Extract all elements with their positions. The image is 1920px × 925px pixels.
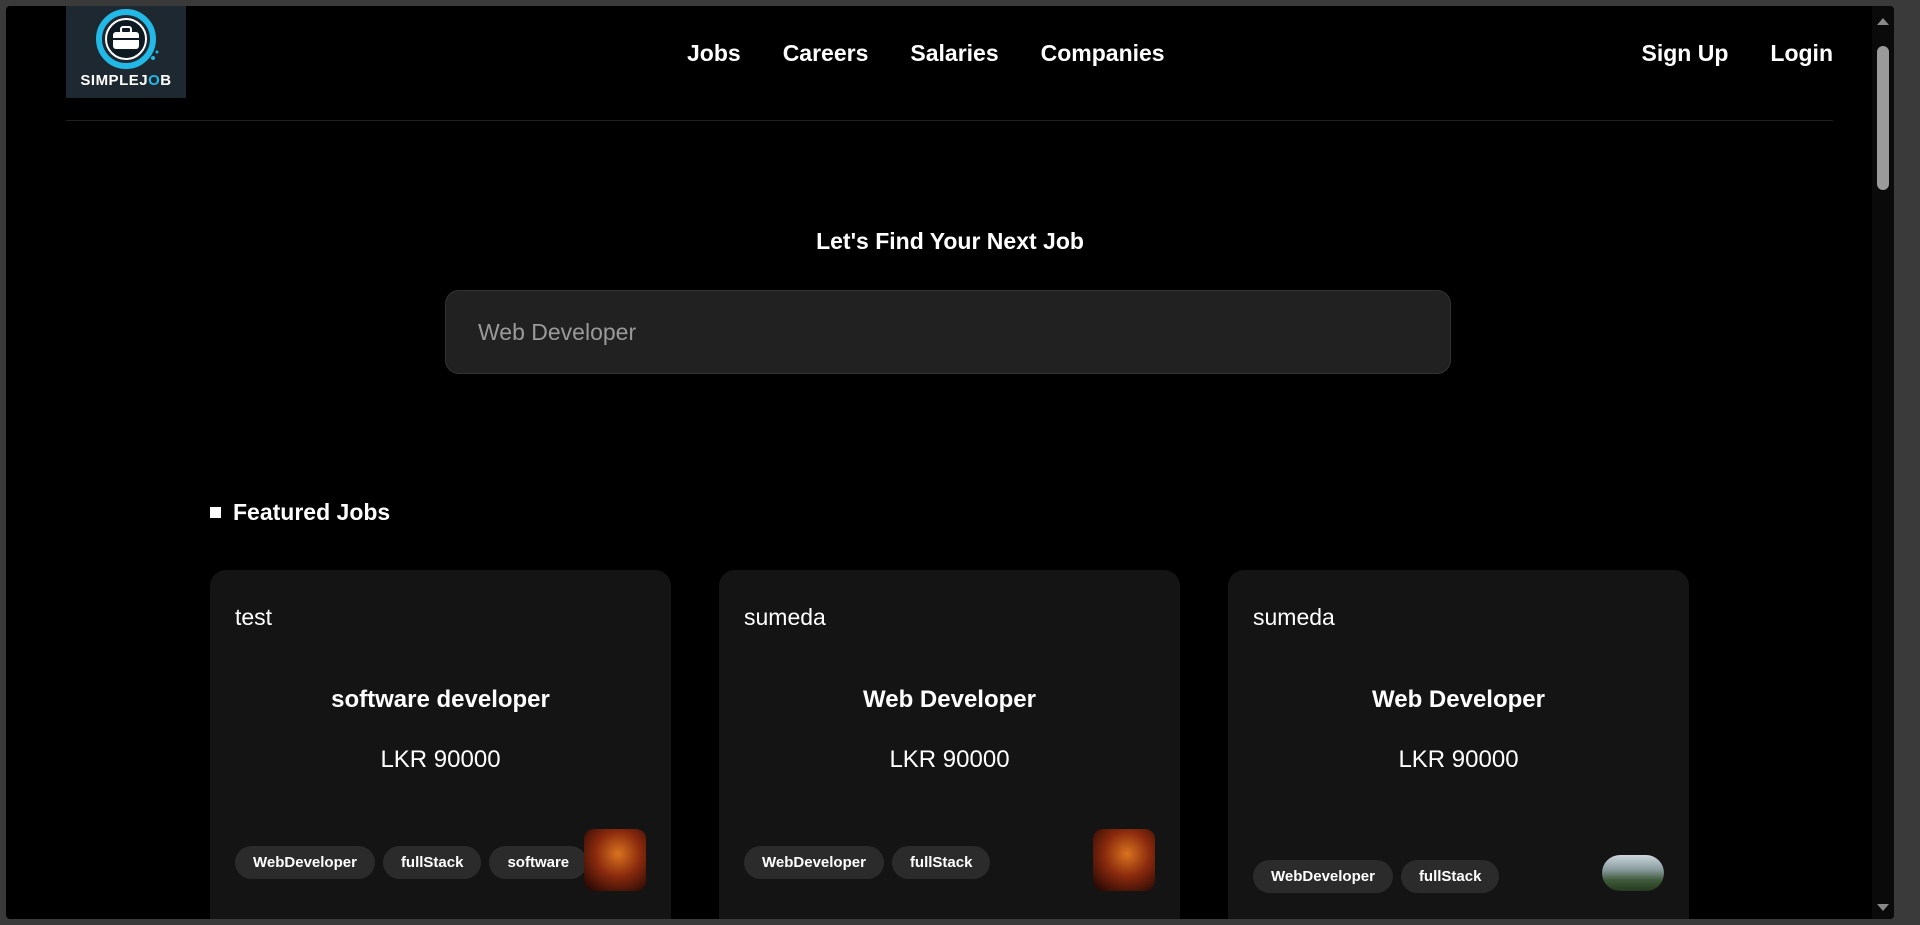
job-tag[interactable]: fullStack bbox=[891, 846, 991, 879]
job-salary: LKR 90000 bbox=[1398, 746, 1519, 773]
scroll-down-arrow-icon[interactable] bbox=[1877, 904, 1889, 911]
company-image bbox=[1093, 829, 1155, 891]
job-tag[interactable]: software bbox=[489, 846, 588, 879]
job-company: test bbox=[235, 604, 273, 630]
signup-link[interactable]: Sign Up bbox=[1642, 40, 1729, 67]
nav-jobs[interactable]: Jobs bbox=[687, 40, 741, 67]
company-image bbox=[584, 829, 646, 891]
job-title: software developer bbox=[331, 686, 550, 713]
navbar: SIMPLEJOB Jobs Careers Salaries Companie… bbox=[66, 6, 1833, 121]
job-tag[interactable]: fullStack bbox=[382, 846, 482, 879]
vertical-scrollbar[interactable] bbox=[1872, 6, 1894, 919]
nav-salaries[interactable]: Salaries bbox=[910, 40, 998, 67]
job-tag[interactable]: WebDeveloper bbox=[1253, 860, 1393, 893]
job-tag[interactable]: WebDeveloper bbox=[744, 846, 884, 879]
logo-text: SIMPLEJOB bbox=[80, 72, 172, 89]
job-title: Web Developer bbox=[863, 686, 1036, 713]
company-image bbox=[1602, 855, 1664, 891]
login-link[interactable]: Login bbox=[1770, 40, 1833, 67]
job-title: Web Developer bbox=[1372, 686, 1545, 713]
browser-window: SIMPLEJOB Jobs Careers Salaries Companie… bbox=[6, 6, 1894, 919]
square-bullet-icon bbox=[210, 507, 221, 518]
job-company: sumeda bbox=[1253, 604, 1335, 630]
scroll-up-arrow-icon[interactable] bbox=[1877, 18, 1889, 25]
featured-jobs-heading: Featured Jobs bbox=[210, 499, 390, 526]
logo[interactable]: SIMPLEJOB bbox=[66, 6, 186, 98]
job-tags: WebDeveloper fullStack bbox=[1253, 860, 1500, 893]
search-input[interactable] bbox=[476, 317, 1420, 347]
main-nav: Jobs Careers Salaries Companies bbox=[687, 40, 1207, 67]
job-card[interactable]: sumeda Web Developer LKR 90000 WebDevelo… bbox=[719, 570, 1180, 919]
job-tag[interactable]: fullStack bbox=[1400, 860, 1500, 893]
job-tags: WebDeveloper fullStack software bbox=[235, 846, 588, 879]
nav-careers[interactable]: Careers bbox=[783, 40, 869, 67]
job-card[interactable]: sumeda Web Developer LKR 90000 WebDevelo… bbox=[1228, 570, 1689, 919]
scroll-thumb[interactable] bbox=[1877, 46, 1889, 190]
job-salary: LKR 90000 bbox=[380, 746, 501, 773]
job-salary: LKR 90000 bbox=[889, 746, 1010, 773]
featured-jobs-list: test software developer LKR 90000 WebDev… bbox=[210, 570, 1689, 919]
nav-companies[interactable]: Companies bbox=[1041, 40, 1165, 67]
job-tags: WebDeveloper fullStack bbox=[744, 846, 991, 879]
featured-jobs-title: Featured Jobs bbox=[233, 499, 391, 525]
search-box[interactable] bbox=[445, 290, 1451, 374]
job-card[interactable]: test software developer LKR 90000 WebDev… bbox=[210, 570, 671, 919]
briefcase-logo-icon bbox=[96, 9, 159, 69]
hero-title: Let's Find Your Next Job bbox=[816, 228, 1084, 254]
auth-nav: Sign Up Login bbox=[1600, 40, 1833, 67]
job-tag[interactable]: WebDeveloper bbox=[235, 846, 375, 879]
job-company: sumeda bbox=[744, 604, 826, 630]
